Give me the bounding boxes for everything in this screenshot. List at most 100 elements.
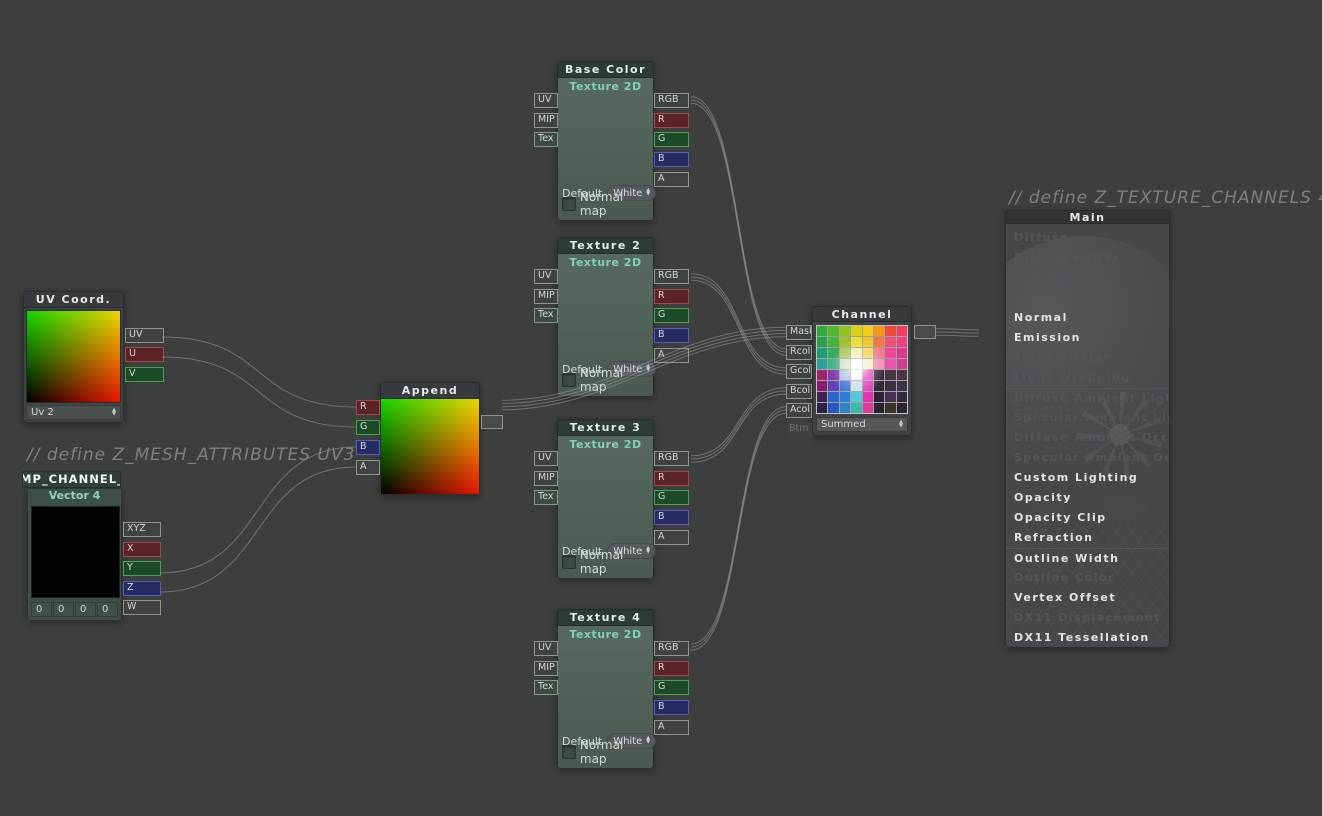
channel-label: Vertex Offset	[1014, 591, 1116, 604]
output-port[interactable]: UV	[125, 328, 164, 343]
node-title[interactable]: Append	[380, 382, 480, 399]
node-main[interactable]: Main Diffuse Diffuse Power	[1005, 210, 1170, 648]
channel-label: Specular Ambient Occlusion	[1014, 451, 1170, 464]
normal-map-checkbox[interactable]: Normal map	[562, 366, 653, 394]
input-port[interactable]: UV	[534, 269, 558, 284]
shader-channel-row: DX11 Tessellation	[1006, 628, 1169, 648]
vector-component-field[interactable]: 0	[97, 602, 118, 617]
vector-component-field[interactable]: 0	[53, 602, 74, 617]
input-port[interactable]: UV	[534, 93, 558, 108]
input-port[interactable]: UV	[534, 451, 558, 466]
append-preview	[381, 399, 479, 494]
output-port[interactable]: RGB	[654, 451, 689, 466]
channel-blend-preview	[816, 325, 908, 414]
input-port[interactable]: MIP	[534, 661, 558, 676]
output-port[interactable]: R	[654, 289, 689, 304]
output-port[interactable]: RGB	[654, 93, 689, 108]
node-texture-4[interactable]: Texture 4 Texture 2D UVMIPTex RGBRGBA De…	[557, 609, 654, 769]
input-port[interactable]: Rcol	[786, 345, 812, 360]
shader-channel-row: Specular	[1006, 268, 1169, 288]
dropdown-arrows-icon	[899, 421, 903, 428]
uv-channel-dropdown[interactable]: Uv 2	[26, 405, 121, 420]
input-port[interactable]: MIP	[534, 289, 558, 304]
output-port[interactable]: W	[123, 600, 161, 615]
channel-label: Diffuse Ambient Light	[1014, 392, 1170, 405]
input-port[interactable]: R	[356, 400, 380, 415]
output-port[interactable]: R	[654, 661, 689, 676]
output-port[interactable]: RGB	[654, 269, 689, 284]
input-port[interactable]: B	[356, 440, 380, 455]
input-port[interactable]: G	[356, 420, 380, 435]
shader-channel-row: Diffuse	[1006, 228, 1169, 248]
channel-blend-output-port[interactable]	[914, 325, 936, 339]
shader-channel-row: Opacity Clip	[1006, 508, 1169, 528]
input-port[interactable]: Mask	[786, 325, 812, 340]
output-port[interactable]: B	[654, 328, 689, 343]
shader-channel-row: Emission	[1006, 328, 1169, 348]
input-port[interactable]: Btm	[786, 423, 812, 438]
checkbox-icon	[562, 197, 576, 211]
input-port[interactable]: Tex	[534, 308, 558, 323]
input-port[interactable]: MIP	[534, 471, 558, 486]
node-title[interactable]: Base Color	[557, 61, 654, 78]
output-port[interactable]: B	[654, 152, 689, 167]
shader-channel-row: Diffuse Ambient Occlusion	[1006, 428, 1169, 448]
normal-map-checkbox[interactable]: Normal map	[562, 548, 653, 576]
output-port[interactable]: X	[123, 542, 161, 557]
input-port[interactable]: Bcol	[786, 384, 812, 399]
node-append[interactable]: Append RGBA	[380, 382, 480, 495]
shader-channel-row: Normal	[1006, 308, 1169, 328]
output-port[interactable]: A	[654, 348, 689, 363]
node-base-color[interactable]: Base Color Texture 2D UVMIPTex RGBRGBA D…	[557, 61, 654, 221]
channel-label: DX11 Tessellation	[1014, 631, 1150, 644]
node-vector4[interactable]: MP_CHANNEL_U Vector 4 0000 XYZXYZW	[27, 488, 122, 621]
append-output-port[interactable]	[481, 415, 503, 429]
normal-map-checkbox[interactable]: Normal map	[562, 738, 653, 766]
node-title[interactable]: Texture 3	[557, 419, 654, 436]
vector-component-field[interactable]: 0	[75, 602, 96, 617]
graph-canvas[interactable]: // define Z_MESH_ATTRIBUTES UV3 // defin…	[0, 0, 1322, 816]
output-port[interactable]: U	[125, 347, 164, 362]
output-port[interactable]: RGB	[654, 641, 689, 656]
node-texture-3[interactable]: Texture 3 Texture 2D UVMIPTex RGBRGBA De…	[557, 419, 654, 579]
output-port[interactable]: G	[654, 308, 689, 323]
comment-mesh-attributes: // define Z_MESH_ATTRIBUTES UV3	[27, 445, 355, 465]
output-port[interactable]: A	[654, 720, 689, 735]
input-port[interactable]: MIP	[534, 113, 558, 128]
output-port[interactable]: A	[654, 172, 689, 187]
input-port[interactable]: Tex	[534, 490, 558, 505]
output-port[interactable]: XYZ	[123, 522, 161, 537]
vector-component-field[interactable]: 0	[31, 602, 52, 617]
output-port[interactable]: B	[654, 510, 689, 525]
node-subtitle: Texture 2D	[558, 254, 653, 269]
output-port[interactable]: R	[654, 113, 689, 128]
node-texture-2[interactable]: Texture 2 Texture 2D UVMIPTex RGBRGBA De…	[557, 237, 654, 397]
node-uv-coord[interactable]: UV Coord. Uv 2 UVUV	[23, 291, 124, 423]
node-title[interactable]: UV Coord.	[23, 291, 124, 308]
output-port[interactable]: G	[654, 680, 689, 695]
output-port[interactable]: R	[654, 471, 689, 486]
output-port[interactable]: A	[654, 530, 689, 545]
blend-mode-dropdown[interactable]: Summed	[816, 417, 908, 432]
property-name-bar[interactable]: MP_CHANNEL_U	[22, 471, 121, 488]
output-port[interactable]: G	[654, 490, 689, 505]
output-port[interactable]: Z	[123, 581, 161, 596]
input-port[interactable]: A	[356, 460, 380, 475]
input-port[interactable]: Gcol	[786, 364, 812, 379]
node-title[interactable]: Texture 2	[557, 237, 654, 254]
channel-label: DX11 Displacement	[1014, 611, 1161, 624]
node-title[interactable]: Texture 4	[557, 609, 654, 626]
output-port[interactable]: G	[654, 132, 689, 147]
input-port[interactable]: UV	[534, 641, 558, 656]
output-port[interactable]: V	[125, 367, 164, 382]
input-port[interactable]: Tex	[534, 680, 558, 695]
normal-map-checkbox[interactable]: Normal map	[562, 190, 653, 218]
node-title[interactable]: Channel Blend	[812, 306, 912, 322]
input-port[interactable]: Tex	[534, 132, 558, 147]
node-channel-blend[interactable]: Channel Blend Summed MaskRcolGcolBcolAco…	[812, 306, 912, 436]
channel-label: Refraction	[1014, 531, 1094, 544]
node-title[interactable]: Main	[1005, 210, 1170, 224]
output-port[interactable]: B	[654, 700, 689, 715]
output-port[interactable]: Y	[123, 561, 161, 576]
input-port[interactable]: Acol	[786, 403, 812, 418]
